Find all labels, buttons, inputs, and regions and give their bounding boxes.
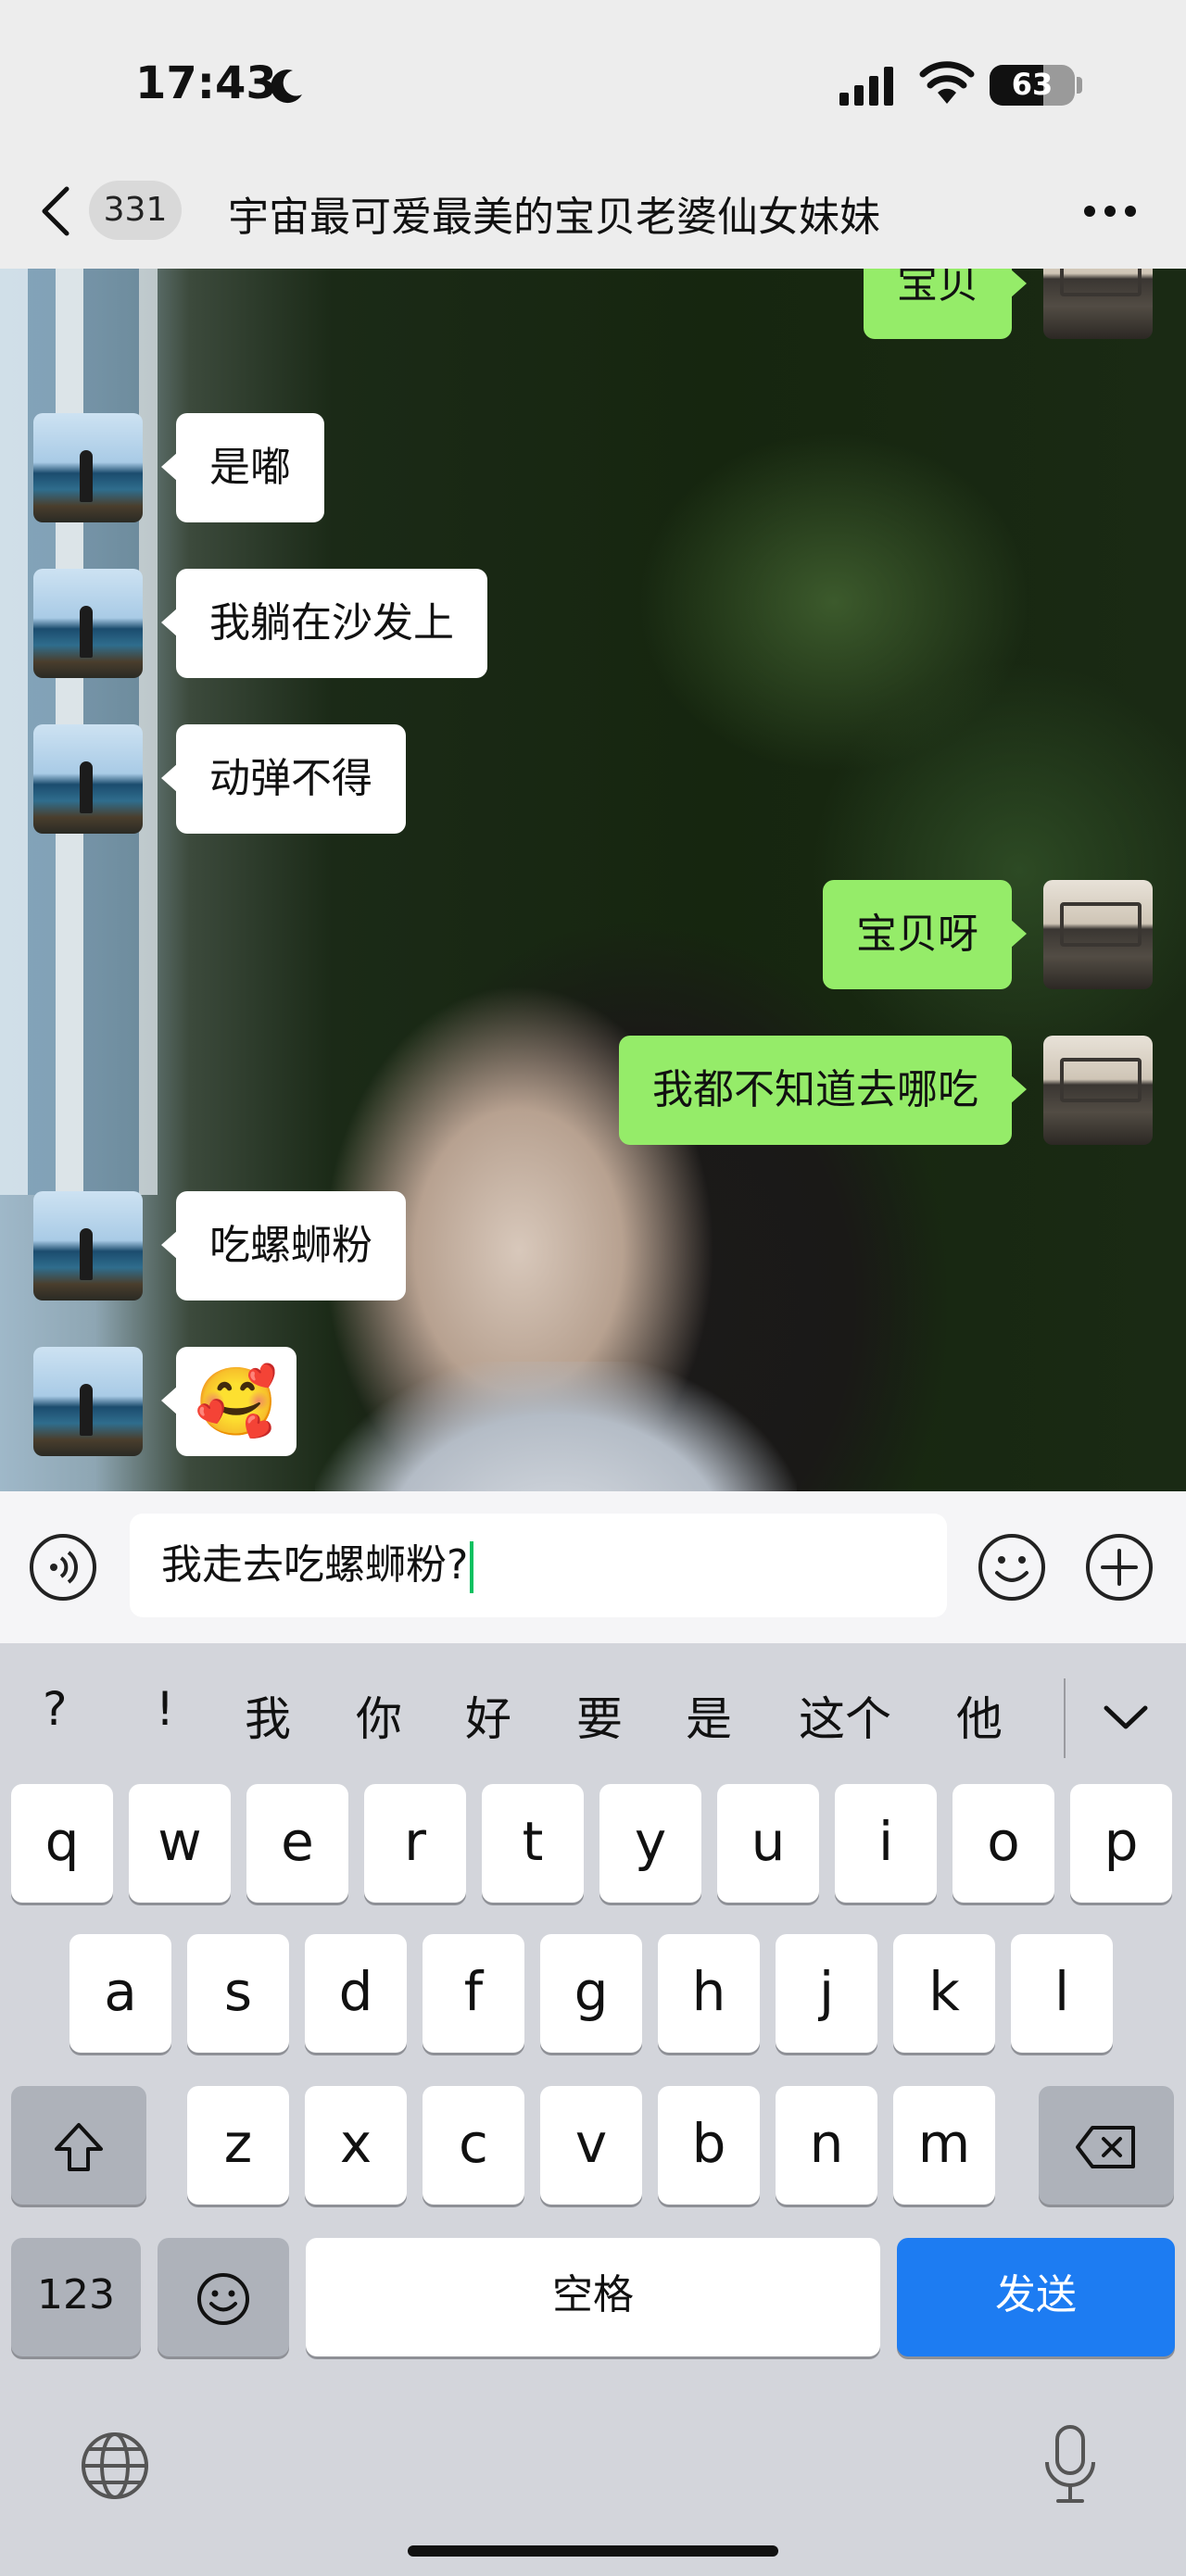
key-e[interactable]: e [246, 1784, 348, 1903]
chat-background: 宝贝 是嘟 我躺在沙发上 动弹不得 宝贝呀 我都不知道去哪吃 吃螺蛳粉 🥰 [0, 269, 1186, 1491]
key-m[interactable]: m [893, 2086, 995, 2205]
key-b[interactable]: b [658, 2086, 760, 2205]
wifi-icon [919, 61, 975, 104]
globe-icon[interactable] [78, 2429, 152, 2503]
contact-avatar[interactable] [33, 569, 143, 678]
message-row: 我躺在沙发上 [0, 569, 1186, 678]
more-functions-plus-icon[interactable] [1084, 1532, 1154, 1602]
message-bubble[interactable]: 我都不知道去哪吃 [619, 1036, 1027, 1145]
key-x[interactable]: x [305, 2086, 407, 2205]
contact-avatar[interactable] [33, 413, 143, 522]
message-row: 🥰 [0, 1347, 1186, 1456]
contact-avatar[interactable] [33, 1347, 143, 1456]
candidate-word[interactable]: 他 [956, 1682, 1003, 1749]
key-h[interactable]: h [658, 1934, 760, 2053]
message-bubble[interactable]: 宝贝呀 [823, 880, 1027, 989]
key-f[interactable]: f [423, 1934, 524, 2053]
numbers-key[interactable]: 123 [11, 2238, 141, 2356]
my-avatar[interactable] [1043, 269, 1153, 339]
candidate-word[interactable]: ! [156, 1682, 174, 1736]
key-a[interactable]: a [69, 1934, 171, 2053]
key-q[interactable]: q [11, 1784, 113, 1903]
microphone-icon[interactable] [1041, 2423, 1099, 2507]
key-y[interactable]: y [599, 1784, 701, 1903]
send-key[interactable]: 发送 [897, 2238, 1175, 2356]
candidate-word[interactable]: 是 [686, 1682, 732, 1749]
more-options-icon[interactable] [1082, 204, 1138, 219]
key-i[interactable]: i [835, 1784, 937, 1903]
key-u[interactable]: u [717, 1784, 819, 1903]
top-bar: 17:43 63 331 宇宙最可爱最美的宝贝老婆仙女妹妹 [0, 0, 1186, 269]
emoji-face-icon [197, 2272, 249, 2325]
key-s[interactable]: s [187, 1934, 289, 2053]
battery-cap [1077, 77, 1082, 94]
chevron-down-icon[interactable] [1103, 1703, 1149, 1732]
message-row: 宝贝 [0, 269, 1186, 339]
message-input[interactable]: 我走去吃螺蛳粉? [130, 1514, 947, 1617]
key-z[interactable]: z [187, 2086, 289, 2205]
message-row: 动弹不得 [0, 724, 1186, 834]
text-caret [470, 1541, 474, 1593]
key-o[interactable]: o [953, 1784, 1054, 1903]
emoji-picker-icon[interactable] [977, 1532, 1047, 1602]
key-k[interactable]: k [893, 1934, 995, 2053]
space-key[interactable]: 空格 [306, 2238, 880, 2356]
key-w[interactable]: w [129, 1784, 231, 1903]
key-n[interactable]: n [776, 2086, 877, 2205]
key-g[interactable]: g [540, 1934, 642, 2053]
candidate-word[interactable]: 你 [356, 1682, 402, 1749]
key-p[interactable]: p [1070, 1784, 1172, 1903]
home-indicator [408, 2545, 778, 2557]
message-bubble[interactable]: 我躺在沙发上 [161, 569, 487, 678]
message-bubble[interactable]: 吃螺蛳粉 [161, 1191, 406, 1301]
candidate-word[interactable]: 好 [465, 1682, 511, 1749]
key-t[interactable]: t [482, 1784, 584, 1903]
backspace-key[interactable] [1039, 2086, 1174, 2205]
signal-icon [839, 67, 893, 106]
key-v[interactable]: v [540, 2086, 642, 2205]
my-avatar[interactable] [1043, 880, 1153, 989]
chat-title: 宇宙最可爱最美的宝贝老婆仙女妹妹 [228, 194, 880, 241]
shift-arrow-icon [55, 2122, 103, 2171]
message-bubble[interactable]: 是嘟 [161, 413, 324, 522]
moon-icon [271, 69, 302, 104]
backspace-icon [1076, 2125, 1135, 2168]
candidate-word[interactable]: 我 [245, 1682, 291, 1749]
back-chevron-icon[interactable] [39, 185, 72, 237]
key-c[interactable]: c [423, 2086, 524, 2205]
key-d[interactable]: d [305, 1934, 407, 2053]
key-r[interactable]: r [364, 1784, 466, 1903]
message-row: 是嘟 [0, 413, 1186, 522]
input-bar: 我走去吃螺蛳粉? [0, 1491, 1186, 1643]
contact-avatar[interactable] [33, 1191, 143, 1301]
candidate-word[interactable]: 这个 [799, 1682, 891, 1749]
candidate-word[interactable]: 要 [576, 1682, 623, 1749]
status-time: 17:43 [135, 57, 277, 109]
message-row: 我都不知道去哪吃 [0, 1036, 1186, 1145]
message-row: 宝贝呀 [0, 880, 1186, 989]
candidate-divider [1064, 1678, 1066, 1758]
message-bubble[interactable]: 动弹不得 [161, 724, 406, 834]
unread-count-badge[interactable]: 331 [89, 181, 182, 240]
my-avatar[interactable] [1043, 1036, 1153, 1145]
message-row: 吃螺蛳粉 [0, 1191, 1186, 1301]
voice-input-icon[interactable] [28, 1532, 98, 1602]
candidate-word[interactable]: ? [43, 1682, 68, 1736]
emoji-key[interactable] [158, 2238, 289, 2356]
key-j[interactable]: j [776, 1934, 877, 2053]
message-input-text: 我走去吃螺蛳粉? [161, 1541, 469, 1589]
key-l[interactable]: l [1011, 1934, 1113, 2053]
battery-level: 63 [1011, 67, 1054, 102]
candidate-bar: ? ! 我 你 好 要 是 这个 他 [0, 1643, 1186, 1784]
message-bubble[interactable]: 宝贝 [864, 269, 1027, 339]
emoji-message-bubble[interactable]: 🥰 [161, 1347, 296, 1456]
battery-indicator: 63 [990, 65, 1075, 106]
contact-avatar[interactable] [33, 724, 143, 834]
shift-key[interactable] [11, 2086, 146, 2205]
